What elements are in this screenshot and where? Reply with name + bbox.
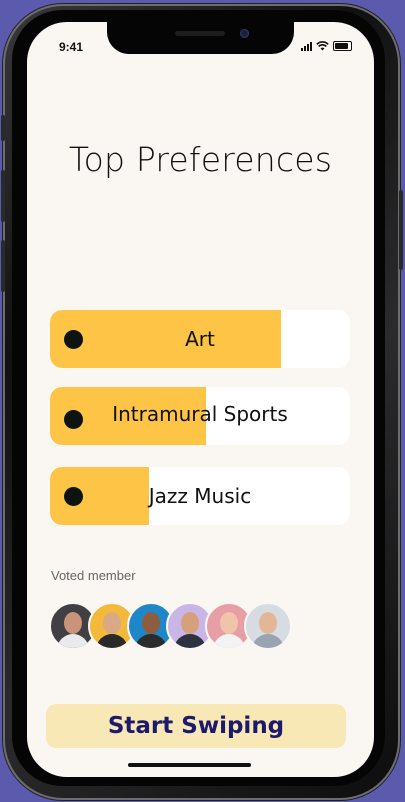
front-camera <box>240 29 249 38</box>
status-time: 9:41 <box>59 40 84 54</box>
preference-label: Intramural Sports <box>112 402 288 426</box>
preference-bar-jazz-music[interactable]: Jazz Music <box>50 467 350 525</box>
preference-label: Jazz Music <box>148 484 252 508</box>
speaker-grille <box>175 31 225 36</box>
battery-icon <box>333 41 352 51</box>
preference-label: Art <box>185 327 215 351</box>
page-title: Top Preferences <box>68 140 333 179</box>
power-button <box>399 190 403 270</box>
signal-icon <box>301 42 312 51</box>
home-indicator <box>128 763 251 767</box>
start-swiping-button[interactable]: Start Swiping <box>46 704 346 748</box>
voted-member-label: Voted member <box>51 568 136 583</box>
preference-bar-art[interactable]: Art <box>50 310 350 368</box>
app-screen: 9:41 Top Preferences Art Intramural Spor… <box>27 22 374 777</box>
notch <box>107 22 294 54</box>
avatar[interactable] <box>244 602 292 650</box>
mute-switch <box>1 115 5 141</box>
volume-up-button <box>1 170 5 222</box>
wifi-icon <box>316 41 329 51</box>
status-icons <box>301 41 352 51</box>
preference-bar-intramural-sports[interactable]: Intramural Sports <box>50 387 350 445</box>
volume-down-button <box>1 240 5 292</box>
